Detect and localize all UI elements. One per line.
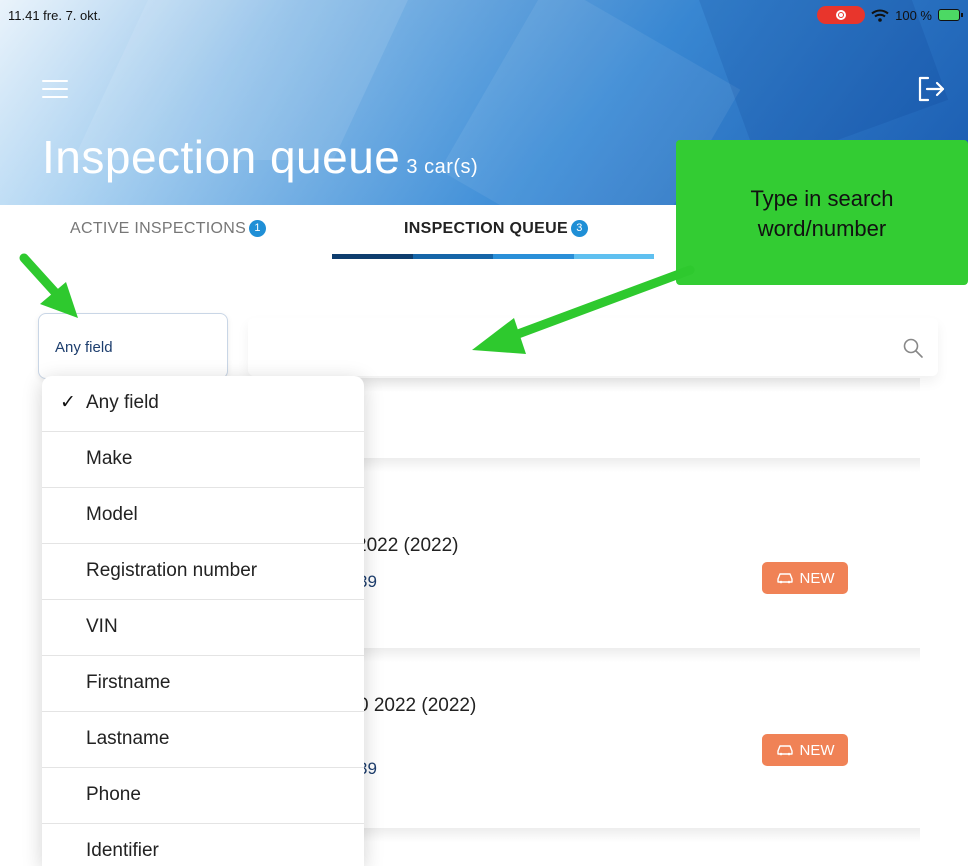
annotation-arrow-search [472, 265, 695, 354]
annotation-arrow-field-select [19, 253, 78, 318]
annotation-arrows [19, 253, 695, 354]
